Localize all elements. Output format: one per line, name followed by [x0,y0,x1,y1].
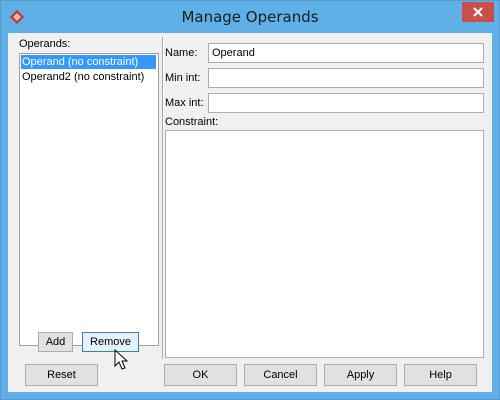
add-button[interactable]: Add [38,332,73,352]
min-int-field[interactable] [208,68,484,88]
name-label: Name: [165,47,198,59]
max-int-field[interactable] [208,93,484,113]
min-int-label: Min int: [165,72,201,84]
operands-label: Operands: [19,38,71,50]
operands-list[interactable]: Operand (no constraint) Operand2 (no con… [19,53,159,346]
remove-button[interactable]: Remove [82,332,139,352]
manage-operands-dialog: Manage Operands Operands: Operand (no co… [0,0,500,400]
constraint-textarea[interactable] [165,130,484,358]
close-button[interactable] [462,2,494,22]
help-button[interactable]: Help [404,364,477,386]
max-int-label: Max int: [165,97,204,109]
panel-divider-highlight [163,37,164,359]
close-icon [473,7,483,17]
dialog-body: Operands: Operand (no constraint) Operan… [8,33,492,392]
cancel-button[interactable]: Cancel [244,364,317,386]
mouse-pointer-icon [114,349,129,370]
reset-button[interactable]: Reset [25,364,98,386]
window-title: Manage Operands [181,8,319,26]
ok-button[interactable]: OK [164,364,237,386]
list-item-operand2[interactable]: Operand2 (no constraint) [21,70,156,84]
list-item-operand[interactable]: Operand (no constraint) [21,55,156,69]
title-bar[interactable]: Manage Operands [1,1,499,33]
apply-button[interactable]: Apply [324,364,397,386]
name-field[interactable]: Operand [208,43,484,63]
constraint-label: Constraint: [165,116,219,128]
